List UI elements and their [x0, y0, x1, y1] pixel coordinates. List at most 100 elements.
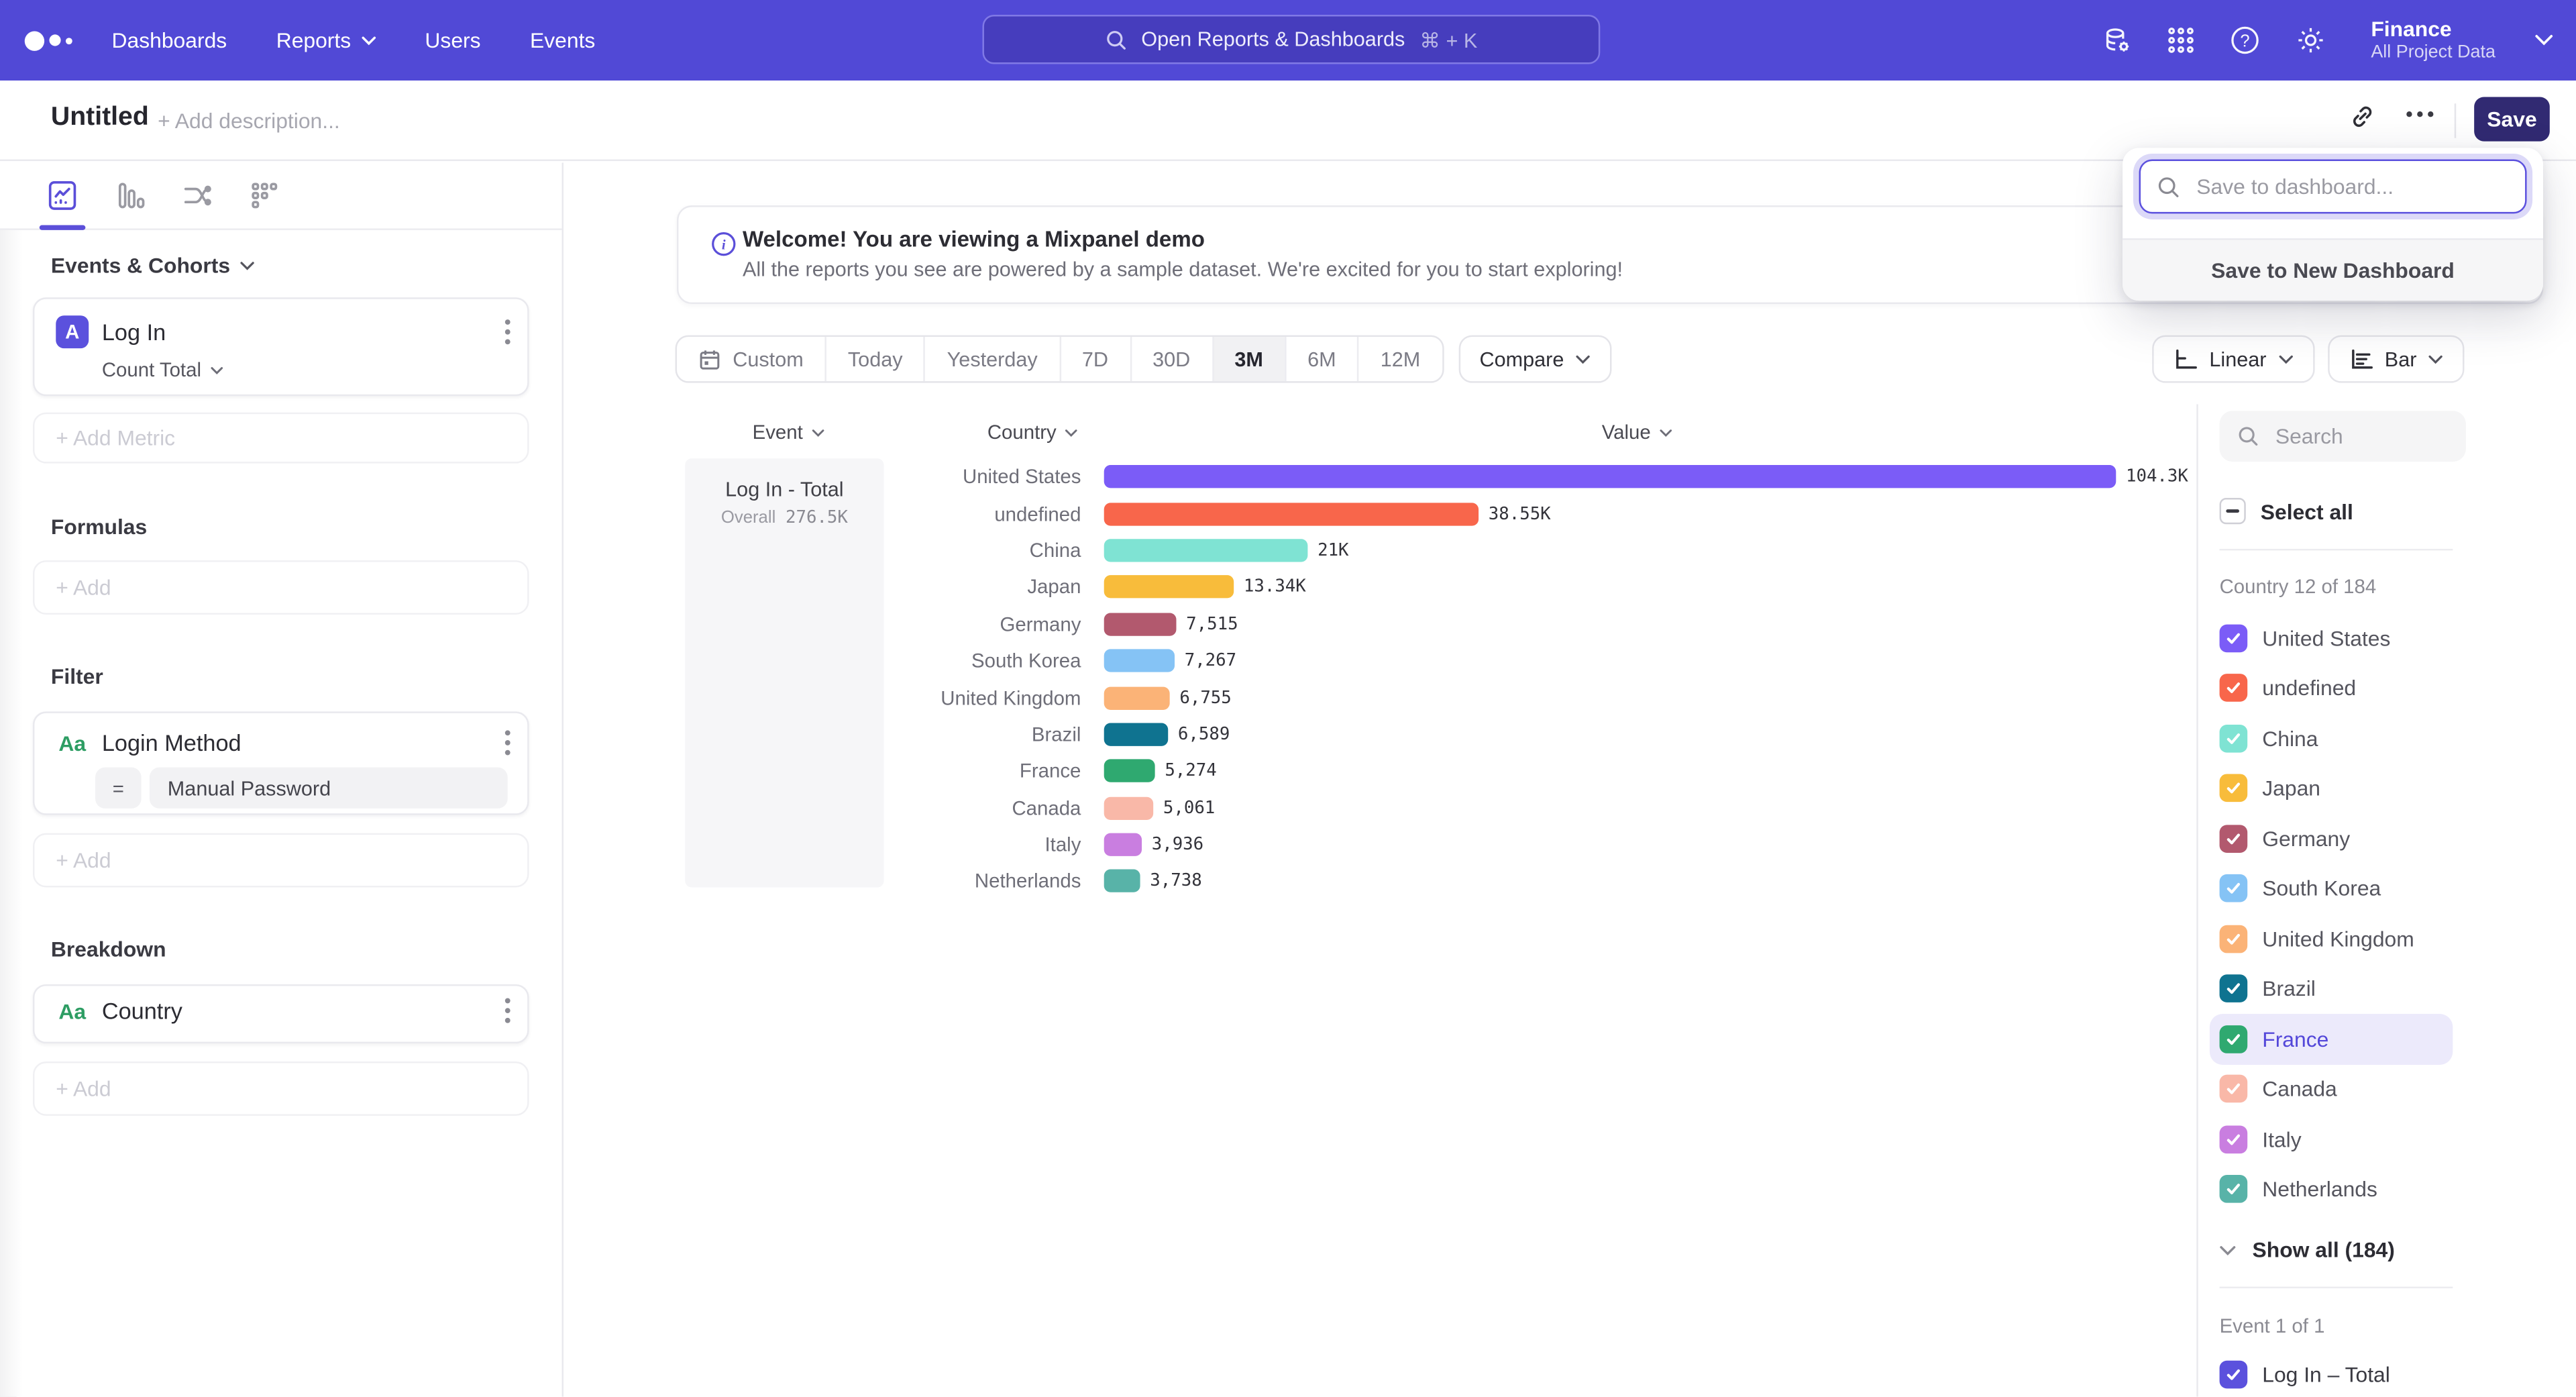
tab-insights[interactable] [43, 176, 83, 215]
filter-value[interactable]: Manual Password [150, 768, 508, 809]
add-filter-button[interactable]: + Add [33, 833, 529, 888]
metric-kebab-icon[interactable] [504, 319, 511, 345]
column-header-country[interactable]: Country [987, 421, 1078, 444]
country-filter-item-netherlands[interactable]: Netherlands [2210, 1164, 2453, 1214]
report-title[interactable]: Untitled [51, 103, 149, 133]
bar[interactable] [1104, 613, 1177, 635]
breakdown-kebab-icon[interactable] [504, 998, 511, 1024]
country-filter-item-united-kingdom[interactable]: United Kingdom [2210, 914, 2453, 964]
checkbox-checked[interactable] [2220, 925, 2248, 953]
bar[interactable] [1104, 576, 1234, 599]
nav-users[interactable]: Users [425, 28, 480, 53]
bar[interactable] [1104, 870, 1140, 893]
series-search-input[interactable] [2272, 422, 2453, 450]
date-range-yesterday[interactable]: Yesterday [924, 337, 1059, 381]
checkbox-checked[interactable] [2220, 825, 2248, 853]
date-range-today[interactable]: Today [825, 337, 924, 381]
date-range-custom[interactable]: Custom [677, 337, 825, 381]
nav-events[interactable]: Events [530, 28, 595, 53]
bar[interactable] [1104, 833, 1142, 856]
save-dashboard-search[interactable] [2139, 160, 2527, 214]
column-header-event[interactable]: Event [753, 421, 824, 444]
country-filter-label: United Kingdom [2262, 927, 2414, 951]
tab-funnels[interactable] [110, 176, 150, 215]
project-chevron-icon[interactable] [2535, 34, 2553, 46]
tab-retention[interactable] [245, 176, 284, 215]
chart-type-button[interactable]: Bar [2327, 335, 2464, 383]
date-range-12m[interactable]: 12M [1357, 337, 1442, 381]
select-all-label: Select all [2261, 499, 2353, 523]
country-filter-item-undefined[interactable]: undefined [2210, 663, 2453, 713]
country-filter-item-france[interactable]: France [2210, 1014, 2453, 1064]
breakdown-property-name[interactable]: Country [102, 998, 491, 1024]
series-search[interactable] [2220, 411, 2466, 462]
filter-card[interactable]: Aa Login Method = Manual Password [33, 711, 529, 815]
country-filter-item-canada[interactable]: Canada [2210, 1064, 2453, 1115]
country-filter-item-united-states[interactable]: United States [2210, 613, 2453, 663]
date-range-30d[interactable]: 30D [1130, 337, 1212, 381]
date-range-6m[interactable]: 6M [1285, 337, 1358, 381]
checkbox-checked[interactable] [2220, 1025, 2248, 1053]
bar[interactable] [1104, 466, 2116, 488]
global-search-button[interactable]: Open Reports & Dashboards ⌘ + K [982, 15, 1600, 64]
checkbox-checked[interactable] [2220, 1176, 2248, 1204]
checkbox-checked[interactable] [2220, 1075, 2248, 1103]
mixpanel-logo-icon[interactable] [25, 30, 72, 50]
checkbox-checked[interactable] [2220, 975, 2248, 1003]
save-button[interactable]: Save [2474, 97, 2550, 141]
add-description[interactable]: + Add description... [158, 109, 340, 134]
metric-event-name[interactable]: Log In [102, 319, 491, 345]
checkbox-checked[interactable] [2220, 874, 2248, 902]
bar[interactable] [1104, 723, 1169, 745]
bar[interactable] [1104, 539, 1308, 562]
country-filter-item-japan[interactable]: Japan [2210, 764, 2453, 814]
bar[interactable] [1104, 686, 1170, 709]
nav-dashboards[interactable]: Dashboards [112, 28, 227, 53]
add-metric-button[interactable]: + Add Metric [33, 413, 529, 464]
country-filter-item-italy[interactable]: Italy [2210, 1114, 2453, 1164]
more-actions-icon[interactable] [2405, 110, 2434, 118]
add-breakdown-button[interactable]: + Add [33, 1062, 529, 1116]
checkbox-checked[interactable] [2220, 624, 2248, 652]
add-formula-button[interactable]: + Add [33, 560, 529, 615]
country-filter-item-brazil[interactable]: Brazil [2210, 964, 2453, 1014]
data-management-icon[interactable] [2102, 25, 2133, 56]
checkbox-checked[interactable] [2220, 774, 2248, 803]
event-filter-item[interactable]: Log In – Total [2220, 1361, 2576, 1389]
save-to-new-dashboard-button[interactable]: Save to New Dashboard [2123, 238, 2543, 301]
checkbox-checked[interactable] [2220, 1361, 2248, 1389]
column-header-value[interactable]: Value [1602, 421, 1672, 444]
metric-card[interactable]: A Log In Count Total [33, 297, 529, 396]
country-filter-item-china[interactable]: China [2210, 713, 2453, 764]
checkbox-checked[interactable] [2220, 1125, 2248, 1153]
date-range-3m[interactable]: 3M [1212, 337, 1285, 381]
tab-flows[interactable] [177, 176, 217, 215]
help-icon[interactable]: ? [2230, 25, 2261, 56]
settings-gear-icon[interactable] [2296, 25, 2327, 56]
breakdown-card[interactable]: Aa Country [33, 984, 529, 1043]
apps-grid-icon[interactable] [2167, 26, 2196, 54]
bar[interactable] [1104, 650, 1175, 672]
bar[interactable] [1104, 760, 1155, 782]
country-filter-item-germany[interactable]: Germany [2210, 813, 2453, 864]
project-switcher[interactable]: Finance All Project Data [2371, 17, 2496, 63]
select-all-row[interactable]: Select all [2220, 498, 2576, 524]
events-cohorts-header[interactable]: Events & Cohorts [51, 253, 562, 278]
metric-aggregation-select[interactable]: Count Total [34, 348, 527, 399]
checkbox-indeterminate[interactable] [2220, 498, 2246, 524]
compare-button[interactable]: Compare [1458, 335, 1612, 383]
country-filter-item-south-korea[interactable]: South Korea [2210, 864, 2453, 914]
filter-kebab-icon[interactable] [504, 729, 511, 756]
copy-link-icon[interactable] [2348, 102, 2377, 132]
scale-select-button[interactable]: Linear [2152, 335, 2314, 383]
date-range-7d[interactable]: 7D [1059, 337, 1130, 381]
save-dashboard-input[interactable] [2193, 172, 2489, 201]
nav-reports[interactable]: Reports [276, 28, 376, 53]
checkbox-checked[interactable] [2220, 674, 2248, 703]
bar[interactable] [1104, 796, 1153, 819]
bar[interactable] [1104, 502, 1479, 525]
show-all-button[interactable]: Show all (184) [2220, 1237, 2576, 1262]
checkbox-checked[interactable] [2220, 724, 2248, 752]
filter-property-name[interactable]: Login Method [102, 729, 491, 756]
filter-operator[interactable]: = [95, 768, 142, 809]
